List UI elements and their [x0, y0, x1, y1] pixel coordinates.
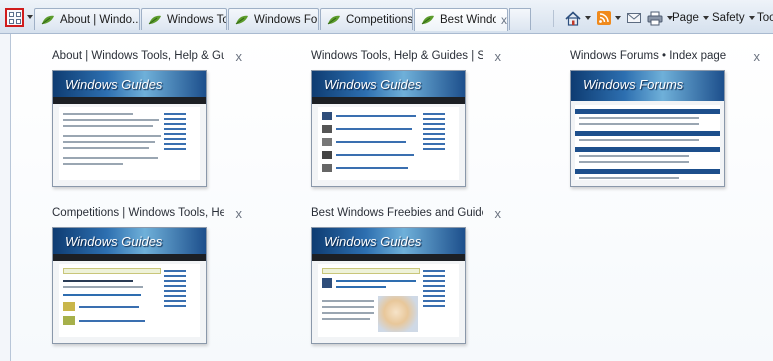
safety-menu[interactable]: Safety	[712, 8, 755, 28]
quick-tabs-icon	[8, 11, 21, 24]
tab-bar: About | Windo... Windows Tool... Windows…	[0, 0, 773, 34]
page-preview[interactable]: Windows Guides	[311, 70, 466, 187]
preview-nav	[312, 97, 465, 104]
read-mail-icon	[627, 13, 641, 23]
tools-menu-label: Too	[757, 12, 773, 24]
quick-tabs-view: About | Windows Tools, Help & Guides x W…	[10, 34, 773, 361]
page-menu-label: Page	[672, 12, 699, 24]
print-icon	[647, 11, 663, 25]
preview-logo: Windows Forums	[583, 77, 684, 92]
leaf-icon	[235, 15, 248, 24]
quick-tab-close-button[interactable]: x	[236, 206, 243, 221]
tab-competitions[interactable]: Competitions |...	[320, 8, 413, 30]
quick-tabs-button[interactable]	[5, 8, 24, 27]
leaf-icon	[41, 15, 54, 24]
tab-best-windows[interactable]: Best Windo... x	[414, 8, 508, 31]
leaf-icon	[327, 15, 340, 24]
preview-header: Windows Guides	[312, 228, 465, 254]
home-icon	[565, 10, 581, 26]
preview-nav	[53, 97, 206, 104]
preview-nav	[53, 254, 206, 261]
preview-body	[318, 264, 459, 337]
home-button[interactable]	[565, 8, 591, 28]
tab-label: Windows Foru...	[254, 13, 318, 26]
preview-logo: Windows Guides	[324, 234, 422, 249]
preview-logo: Windows Guides	[324, 77, 422, 92]
preview-body	[59, 107, 200, 180]
preview-header: Windows Guides	[53, 228, 206, 254]
tab-label: Best Windo...	[440, 14, 496, 26]
rss-feed-icon	[597, 11, 611, 25]
preview-nav	[312, 254, 465, 261]
new-tab-button[interactable]	[509, 8, 531, 30]
tab-list-dropdown-icon[interactable]	[27, 15, 33, 19]
page-menu[interactable]: Page	[672, 8, 709, 28]
quick-tab-title: About | Windows Tools, Help & Guides	[52, 50, 224, 62]
print-button[interactable]	[647, 8, 673, 28]
page-preview[interactable]: Windows Guides	[52, 227, 207, 344]
preview-logo: Windows Guides	[65, 77, 163, 92]
preview-header: Windows Guides	[53, 71, 206, 97]
tab-label: About | Windo...	[60, 13, 139, 26]
chevron-down-icon	[702, 16, 709, 20]
quick-tab-title: Competitions | Windows Tools, Help & ...	[52, 207, 224, 219]
leaf-icon	[148, 15, 161, 24]
feeds-button[interactable]	[597, 8, 621, 28]
preview-header: Windows Guides	[312, 71, 465, 97]
page-preview[interactable]: Windows Guides	[311, 227, 466, 344]
preview-body	[318, 107, 459, 180]
quick-tab-close-button[interactable]: x	[495, 206, 502, 221]
tab-close-button[interactable]: x	[501, 13, 507, 27]
preview-header: Windows Forums	[571, 71, 724, 101]
separator	[553, 10, 554, 27]
read-mail-button[interactable]	[627, 8, 641, 28]
home-dropdown-icon[interactable]	[585, 16, 591, 20]
tab-windows-forums[interactable]: Windows Foru...	[228, 8, 319, 30]
quick-tab-close-button[interactable]: x	[495, 49, 502, 64]
safety-menu-label: Safety	[712, 12, 745, 24]
page-preview[interactable]: Windows Forums	[570, 70, 725, 187]
quick-tab-title: Windows Forums • Index page	[570, 50, 727, 62]
tab-windows-tools[interactable]: Windows Tool...	[141, 8, 227, 30]
preview-image	[378, 296, 418, 332]
preview-body	[59, 264, 200, 337]
quick-tab-title: Windows Tools, Help & Guides | Seven, ..…	[311, 50, 483, 62]
tools-menu[interactable]: Too	[757, 8, 773, 28]
tab-about[interactable]: About | Windo...	[34, 8, 140, 30]
quick-tab-title: Best Windows Freebies and Guides 10 [J..…	[311, 207, 483, 219]
tab-label: Competitions |...	[346, 13, 412, 26]
leaf-icon	[421, 15, 434, 25]
chevron-down-icon	[748, 16, 755, 20]
quick-tab-close-button[interactable]: x	[236, 49, 243, 64]
page-preview[interactable]: Windows Guides	[52, 70, 207, 187]
tab-label: Windows Tool...	[167, 13, 226, 26]
preview-body	[575, 105, 720, 180]
quick-tab-close-button[interactable]: x	[754, 49, 761, 64]
feeds-dropdown-icon[interactable]	[615, 16, 621, 20]
preview-logo: Windows Guides	[65, 234, 163, 249]
